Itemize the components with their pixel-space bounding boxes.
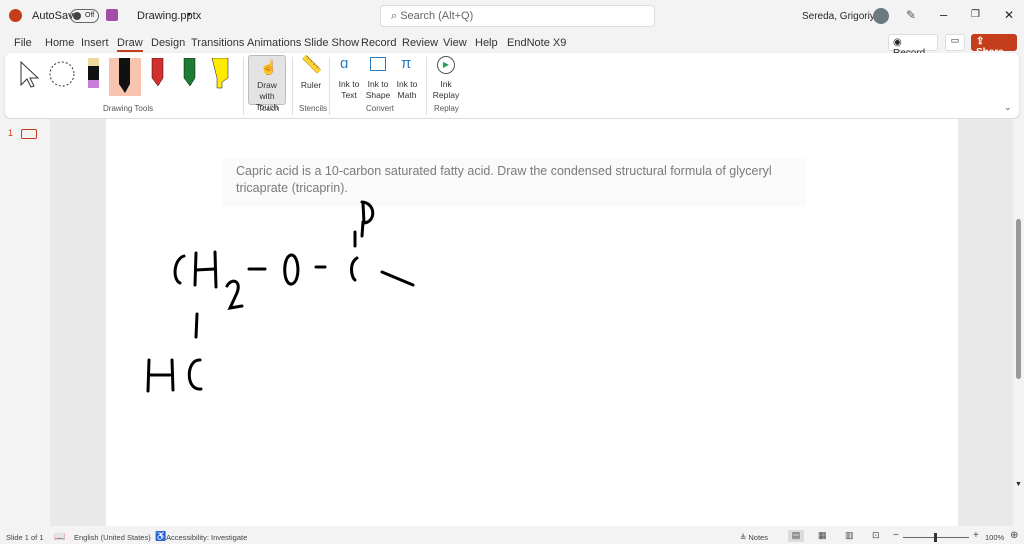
- tab-review[interactable]: Review: [402, 37, 438, 49]
- collapse-ribbon-icon[interactable]: ⌄: [1004, 102, 1012, 113]
- ink-O: [360, 200, 375, 225]
- minimize-icon[interactable]: –: [940, 7, 947, 22]
- slide-thumbnail[interactable]: [21, 129, 37, 139]
- slide-thumbnails: 1: [0, 119, 50, 526]
- close-icon[interactable]: ✕: [1004, 8, 1014, 22]
- ink-C: [350, 256, 359, 282]
- tab-file[interactable]: File: [14, 37, 32, 49]
- ink-O: [283, 253, 300, 286]
- ink-to-text-button[interactable]: ɑ Ink to Text: [335, 55, 363, 103]
- group-label-touch: Touch: [258, 104, 280, 113]
- restore-icon[interactable]: ❐: [971, 9, 980, 20]
- avatar[interactable]: [873, 8, 889, 24]
- pen-green-icon: [183, 58, 196, 87]
- chevron-down-icon[interactable]: ▾: [187, 10, 191, 19]
- ink-H: [146, 358, 175, 393]
- zoom-slider[interactable]: [903, 533, 969, 542]
- slide-counter: Slide 1 of 1: [6, 533, 44, 542]
- ink-C: [173, 254, 186, 285]
- ink-double-bond: [353, 220, 365, 248]
- search-icon: ⌕: [391, 10, 401, 22]
- scroll-down-icon[interactable]: ▼: [1015, 481, 1022, 488]
- group-label-convert: Convert: [366, 104, 395, 113]
- tab-draw[interactable]: Draw: [117, 37, 143, 52]
- tab-transitions[interactable]: Transitions: [191, 37, 244, 49]
- language[interactable]: English (United States): [74, 533, 151, 542]
- tab-design[interactable]: Design: [151, 37, 185, 49]
- ink-replay-button[interactable]: ▶ Ink Replay: [431, 55, 461, 103]
- spelling-icon[interactable]: 📖: [54, 531, 65, 542]
- scrollbar-thumb[interactable]: [1016, 219, 1021, 379]
- tab-view[interactable]: View: [443, 37, 467, 49]
- slide[interactable]: Capric acid is a 10-carbon saturated fat…: [106, 119, 958, 526]
- tab-insert[interactable]: Insert: [81, 37, 109, 49]
- zoom-level[interactable]: 100%: [985, 533, 1004, 542]
- share-icon: ⇪: [976, 36, 985, 47]
- ink-C: [187, 358, 203, 391]
- drawing-tools: [20, 58, 229, 96]
- record-icon: ◉: [893, 37, 902, 48]
- draw-with-touch-button[interactable]: ☝ Draw with Touch: [248, 55, 286, 112]
- vertical-scrollbar[interactable]: ▼: [1013, 119, 1024, 526]
- filename[interactable]: Drawing.pptx: [137, 10, 201, 22]
- ink-to-shape-button[interactable]: Ink to Shape: [364, 55, 392, 103]
- touch-hand-icon: ☝: [260, 59, 278, 75]
- ink-to-math-button[interactable]: π Ink to Math: [393, 55, 421, 103]
- tab-record[interactable]: Record: [361, 37, 396, 49]
- share-button[interactable]: ⇪ Share: [971, 34, 1017, 58]
- ink-bond: [194, 312, 199, 339]
- comments-button[interactable]: ▭: [945, 34, 965, 51]
- ink-H: [193, 250, 218, 289]
- search-input[interactable]: ⌕ Search (Alt+Q): [380, 5, 655, 27]
- replay-icon: ▶: [437, 56, 455, 74]
- pen-red-icon: [151, 58, 164, 87]
- ink-drawing: [146, 200, 415, 393]
- lasso-icon: [49, 61, 75, 87]
- ink-to-shape-icon: [370, 57, 386, 71]
- fit-to-window-icon[interactable]: ⊕: [1010, 530, 1018, 541]
- ink-to-text-icon: ɑ: [340, 55, 349, 72]
- normal-view-icon[interactable]: ▤: [788, 530, 804, 542]
- record-button[interactable]: ◉ Record: [888, 34, 938, 59]
- tab-endnote[interactable]: EndNote X9: [507, 37, 566, 49]
- zoom-out-icon[interactable]: −: [893, 530, 899, 541]
- tab-animations[interactable]: Animations: [247, 37, 301, 49]
- accessibility-status[interactable]: Accessibility: Investigate: [166, 533, 247, 542]
- slide-number: 1: [8, 128, 14, 138]
- ruler-button[interactable]: 📏 Ruler: [297, 55, 325, 103]
- ink-to-math-icon: π: [401, 55, 412, 72]
- group-label-replay: Replay: [434, 104, 459, 113]
- ink-bond: [380, 270, 415, 287]
- zoom-in-icon[interactable]: +: [973, 530, 979, 541]
- slide-sorter-icon[interactable]: ▦: [818, 530, 827, 541]
- status-bar: Slide 1 of 1 📖 English (United States) ♿…: [0, 528, 1024, 544]
- title-bar: AutoSave Off Drawing.pptx ▾ ⌕ Search (Al…: [0, 0, 1024, 32]
- select-arrow-icon: [20, 60, 40, 88]
- powerpoint-logo-icon: [9, 9, 22, 22]
- slideshow-icon[interactable]: ⊡: [872, 530, 880, 541]
- eraser-icon: [88, 58, 99, 88]
- ink-subscript-2: [225, 279, 244, 310]
- accessibility-icon: ♿: [155, 531, 167, 541]
- reading-view-icon[interactable]: ▥: [845, 530, 854, 541]
- tab-help[interactable]: Help: [475, 37, 498, 49]
- ruler-icon: 📏: [301, 55, 323, 74]
- autosave-toggle[interactable]: Off: [70, 9, 99, 23]
- tab-home[interactable]: Home: [45, 37, 74, 49]
- highlighter-yellow-icon: [211, 58, 229, 89]
- group-label-drawing-tools: Drawing Tools: [103, 104, 154, 113]
- save-icon[interactable]: [106, 9, 118, 21]
- zoom-slider-thumb: [934, 533, 937, 542]
- ribbon-tabs: File Home Insert Draw Design Transitions…: [0, 34, 1024, 59]
- user-name[interactable]: Sereda, Grigoriy A: [802, 11, 884, 22]
- group-label-stencils: Stencils: [299, 104, 328, 113]
- pen-icon[interactable]: ✎: [906, 8, 916, 22]
- notes-button[interactable]: ≜ Notes: [740, 533, 768, 542]
- tab-slide-show[interactable]: Slide Show: [304, 37, 359, 49]
